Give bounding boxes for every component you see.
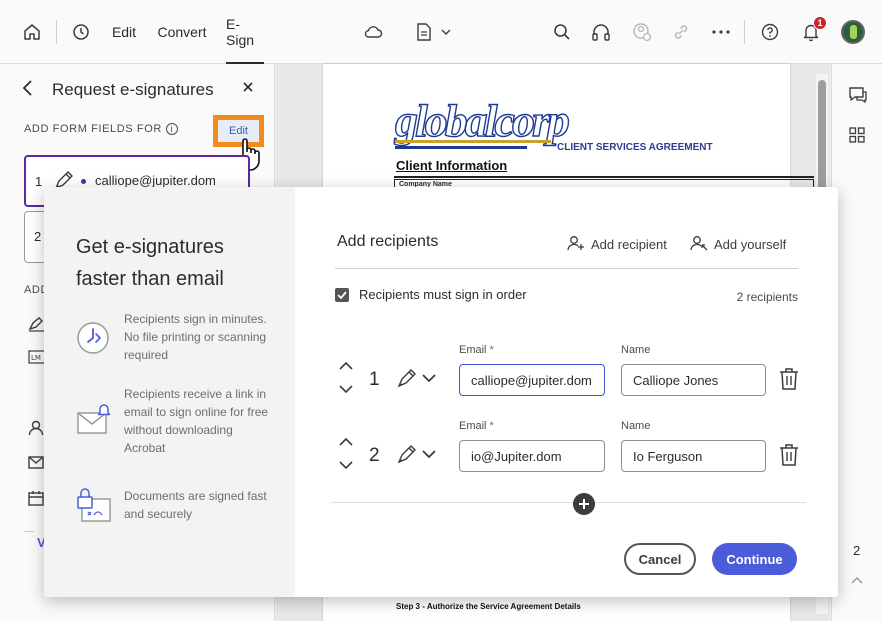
logo-line [395, 140, 551, 143]
signer-role-icon[interactable] [396, 443, 418, 465]
required-mark: * [489, 420, 494, 432]
logo-line [395, 146, 527, 149]
search-icon[interactable] [550, 0, 574, 64]
move-down-icon[interactable] [339, 461, 353, 470]
info-icon[interactable]: i [165, 123, 178, 136]
email-label: Email * [459, 344, 494, 356]
step3-heading: Step 3 - Authorize the Service Agreement… [396, 602, 581, 611]
recipient-order-number: 2 [369, 445, 380, 466]
email-field[interactable]: calliope@jupiter.dom [459, 364, 605, 396]
active-dot [81, 179, 86, 184]
agreement-title: CLIENT SERVICES AGREEMENT [557, 142, 713, 153]
chevron-down-icon[interactable] [438, 0, 454, 64]
avatar-button[interactable] [839, 0, 867, 64]
svg-text:LM: LM [31, 354, 41, 362]
name-label: Name [621, 420, 651, 432]
add-recipients-dialog: Get e-signatures faster than email Recip… [44, 187, 838, 597]
add-recipient-button[interactable]: Add recipient [567, 235, 667, 254]
continue-button[interactable]: Continue [712, 543, 797, 575]
email-field-icon[interactable] [28, 456, 44, 469]
email-label: Email * [459, 420, 494, 432]
recipient-number: 1 [35, 174, 43, 189]
panel-divider [24, 531, 34, 532]
feature-text: Recipients sign in minutes. No file prin… [124, 312, 267, 362]
recipient-order-number: 1 [369, 369, 380, 390]
add-recipient-label: Add recipient [591, 237, 667, 252]
user-arrow-icon [690, 235, 714, 254]
add-yourself-label: Add yourself [714, 237, 787, 252]
link-icon [669, 0, 693, 64]
promo-heading: Get e-signatures faster than email [76, 236, 224, 290]
rows-divider [331, 502, 806, 503]
toolbar-divider [744, 20, 745, 44]
recipient-number: 2 [34, 229, 42, 244]
clock-icon [76, 321, 110, 360]
history-icon[interactable] [68, 0, 94, 64]
thumbnails-grid-icon[interactable] [849, 127, 865, 143]
panel-title: Request e-signatures [52, 80, 214, 99]
plus-icon [579, 499, 589, 509]
tab-edit[interactable]: Edit [104, 0, 144, 64]
move-up-icon[interactable] [339, 361, 353, 370]
bell-icon[interactable]: 1 [799, 0, 827, 64]
dialog-divider [335, 268, 798, 269]
email-notification-icon [76, 403, 112, 442]
page-number: 2 [853, 543, 861, 558]
user-sync-icon [630, 0, 654, 64]
right-rail: 2 [831, 64, 882, 621]
feature-text: Recipients receive a link in email to si… [124, 387, 269, 455]
cloud-icon[interactable] [360, 0, 386, 64]
promo-panel: Get e-signatures faster than email Recip… [44, 187, 295, 597]
sign-in-order-label: Recipients must sign in order [359, 287, 527, 302]
add-row-button[interactable] [573, 493, 595, 515]
add-form-fields-label: ADD FORM FIELDS FOR i [24, 123, 178, 136]
cancel-button[interactable]: Cancel [624, 543, 696, 575]
help-icon[interactable] [758, 0, 782, 64]
chevron-up-icon[interactable] [851, 576, 863, 584]
document-icon[interactable] [412, 0, 436, 64]
section-heading: Client Information [396, 158, 508, 173]
avatar [841, 20, 865, 44]
secure-document-icon [76, 487, 112, 528]
home-icon[interactable] [18, 0, 46, 64]
add-form-fields-text: ADD FORM FIELDS FOR [24, 123, 162, 135]
notification-badge: 1 [813, 16, 827, 30]
tab-e-sign[interactable]: E-Sign [226, 0, 264, 64]
name-field[interactable]: Calliope Jones [621, 364, 766, 396]
add-yourself-button[interactable]: Add yourself [690, 235, 786, 254]
required-mark: * [489, 344, 494, 356]
date-field-icon[interactable] [28, 490, 44, 506]
signer-role-icon[interactable] [396, 367, 418, 389]
name-field-icon[interactable] [28, 420, 44, 436]
close-icon[interactable] [242, 81, 254, 93]
document-rule [394, 176, 814, 178]
comment-icon[interactable] [848, 86, 868, 104]
trash-icon[interactable] [778, 443, 800, 467]
dialog-title: Add recipients [337, 233, 439, 250]
email-label-text: Email [459, 344, 487, 356]
tab-convert[interactable]: Convert [154, 0, 210, 64]
move-up-icon[interactable] [339, 437, 353, 446]
move-down-icon[interactable] [339, 385, 353, 394]
top-toolbar: Edit Convert E-Sign 1 [0, 0, 882, 64]
sign-in-order-checkbox[interactable] [335, 288, 349, 302]
chevron-down-icon[interactable] [422, 374, 436, 383]
headphones-icon[interactable] [589, 0, 613, 64]
chevron-down-icon[interactable] [422, 450, 436, 459]
name-field[interactable]: Io Ferguson [621, 440, 766, 472]
more-icon[interactable] [709, 0, 733, 64]
name-label: Name [621, 344, 651, 356]
trash-icon[interactable] [778, 367, 800, 391]
toolbar-divider [56, 20, 57, 44]
add-user-icon [567, 235, 591, 254]
feature-text: Documents are signed fast and securely [124, 489, 267, 521]
email-field[interactable]: io@Jupiter.dom [459, 440, 605, 472]
email-label-text: Email [459, 420, 487, 432]
recipient-email: calliope@jupiter.dom [95, 173, 216, 188]
back-arrow-icon[interactable] [20, 79, 36, 97]
recipient-count: 2 recipients [736, 290, 798, 304]
